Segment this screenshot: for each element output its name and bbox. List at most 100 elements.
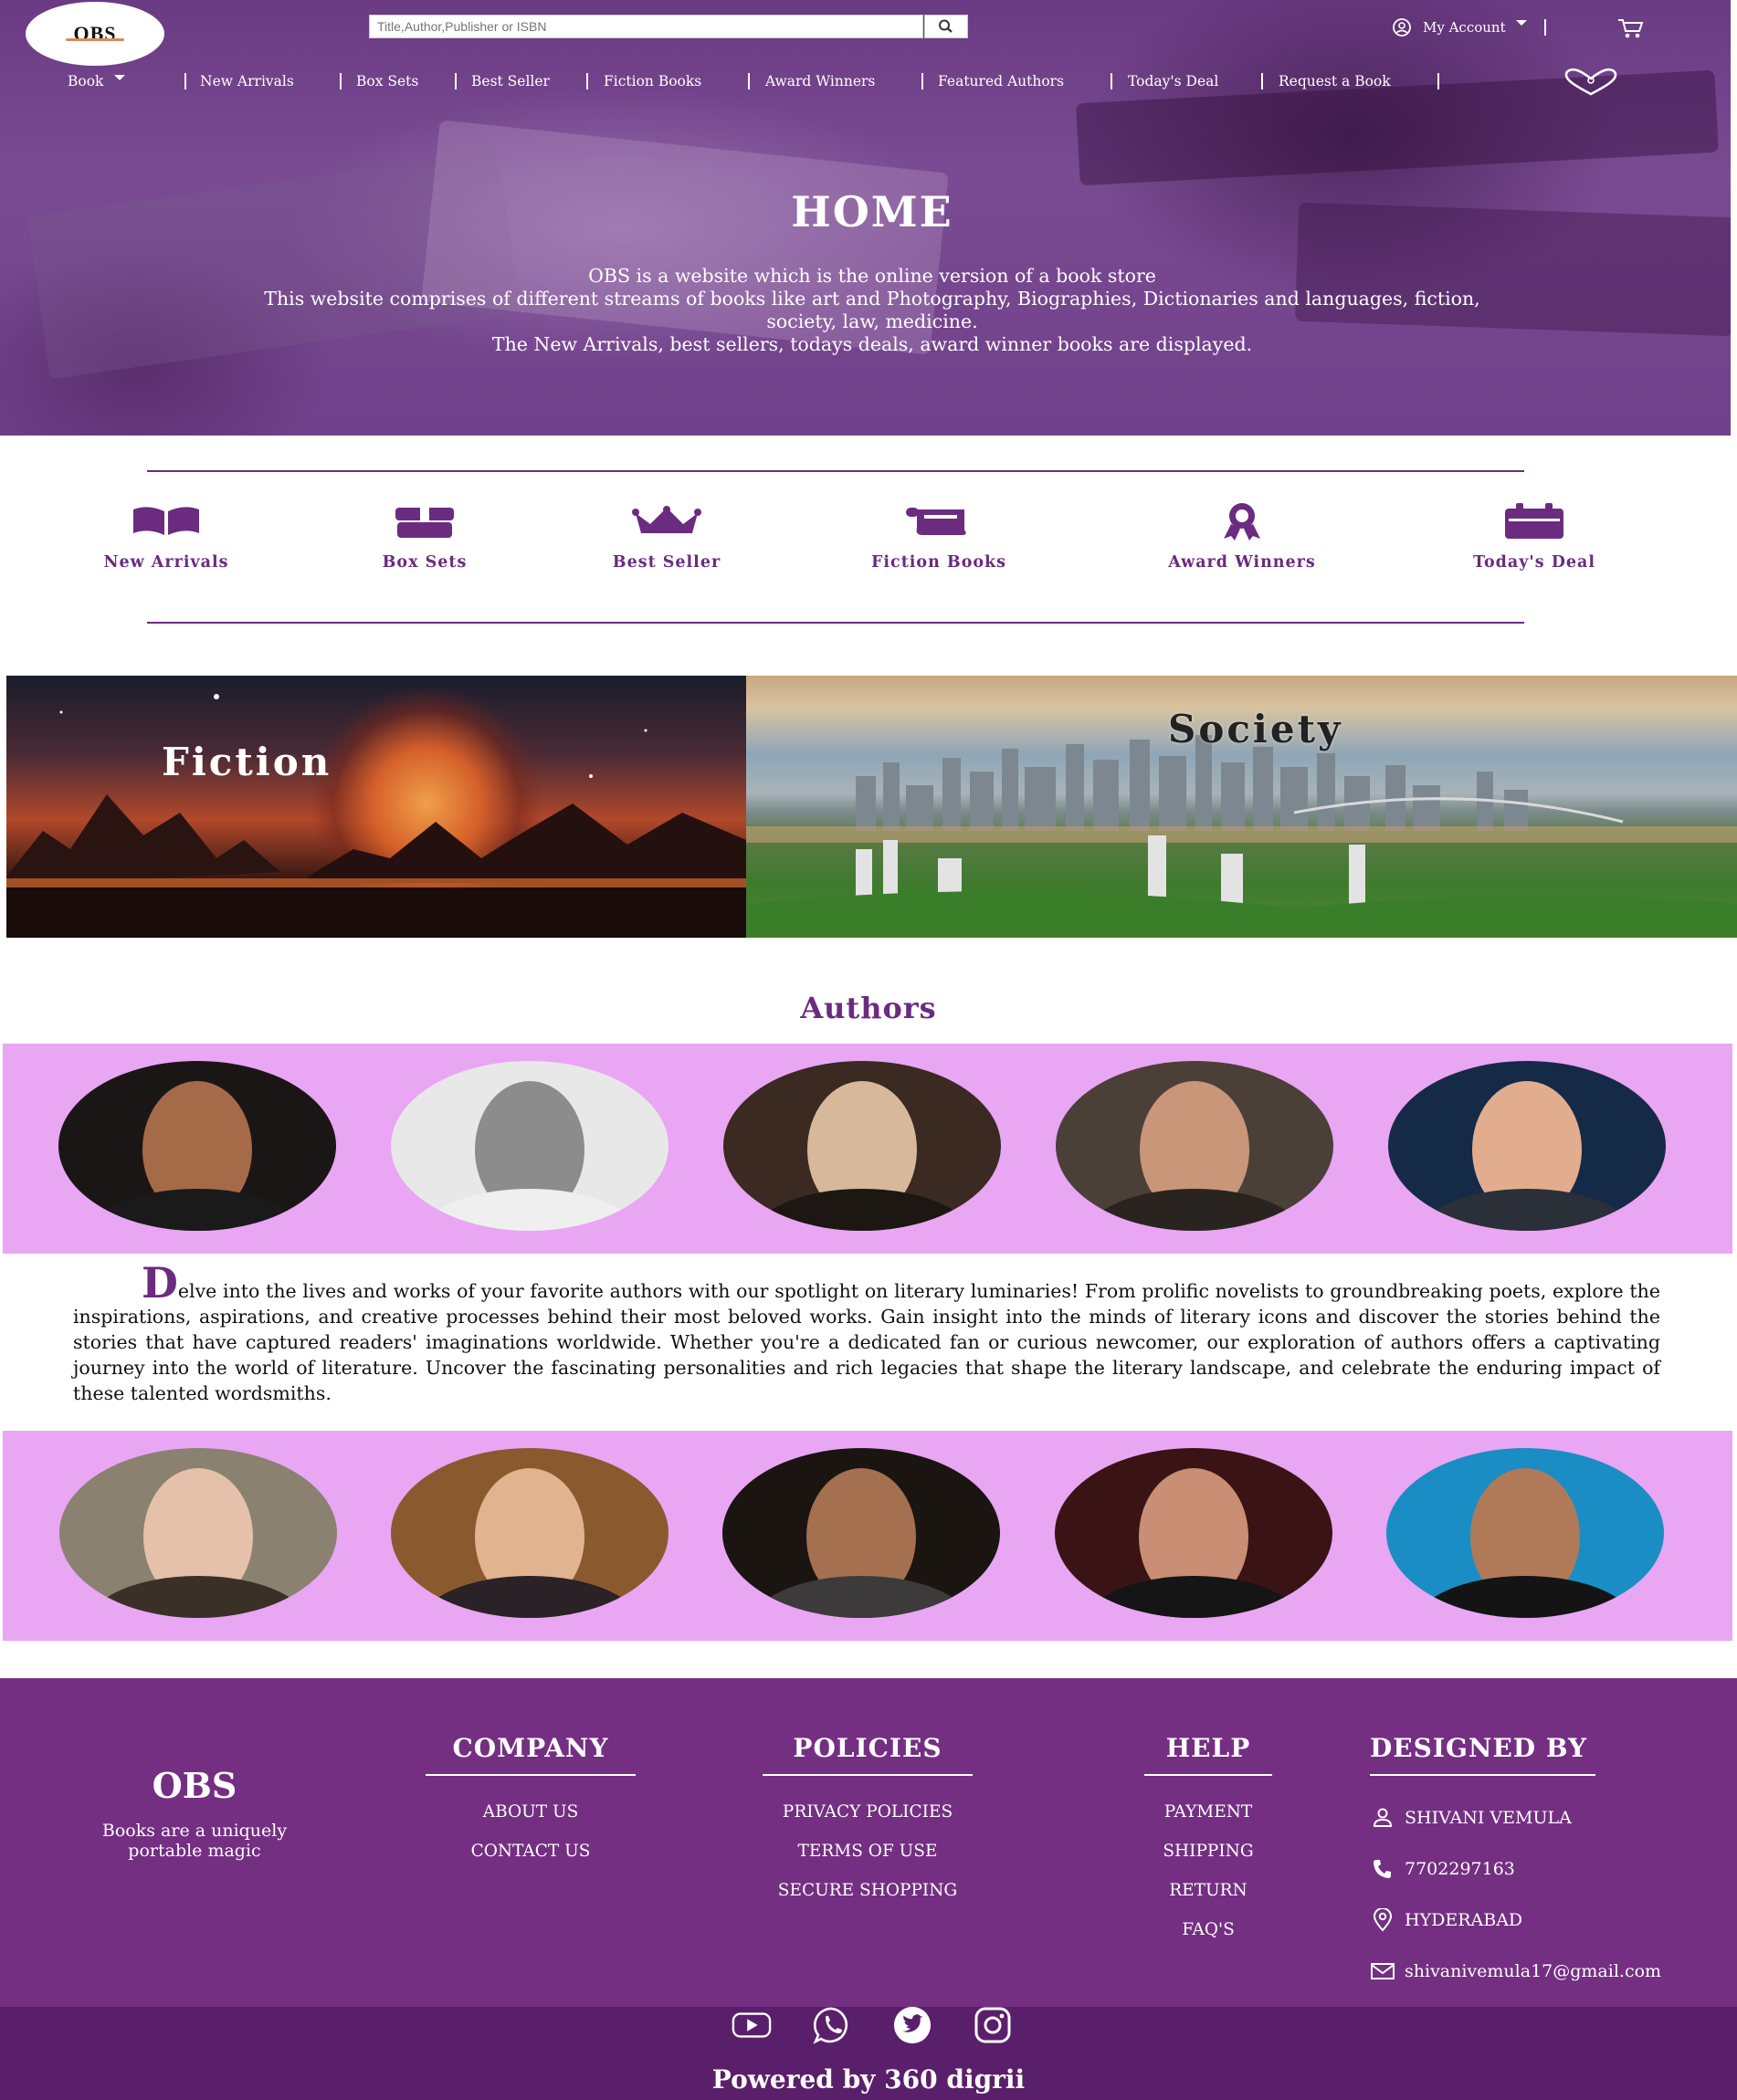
site-logo[interactable]: OBS (26, 2, 164, 66)
category-divider-bottom (147, 622, 1524, 624)
author-shoulders (750, 1576, 973, 1618)
footer-brand: OBS Books are a uniquely portable magic (99, 1765, 290, 1861)
author-portrait[interactable] (391, 1448, 668, 1618)
hero-line: OBS is a website which is the online ver… (588, 265, 1156, 287)
footer-link-faqs[interactable]: FAQ'S (1144, 1910, 1272, 1949)
nav-separator (1111, 73, 1112, 89)
author-portrait[interactable] (1055, 1448, 1332, 1618)
search-button[interactable] (924, 15, 968, 38)
account-label: My Account (1423, 19, 1506, 36)
category-award-winners[interactable]: Award Winners (1142, 502, 1342, 572)
category-todays-deal[interactable]: Today's Deal (1443, 502, 1626, 572)
nav-separator (586, 73, 588, 89)
society-banner[interactable]: Society (746, 676, 1737, 938)
category-divider-top (147, 470, 1524, 472)
search-input[interactable] (369, 15, 923, 38)
hero-line: The New Arrivals, best sellers, todays d… (491, 333, 1253, 355)
chevron-down-icon (114, 75, 126, 80)
author-row-bottom (3, 1431, 1732, 1641)
fiction-label: Fiction (162, 740, 332, 784)
nav-award-winners[interactable]: Award Winners (765, 73, 875, 89)
category-label: Best Seller (612, 553, 721, 572)
author-shoulders (751, 1189, 974, 1231)
instagram-icon[interactable] (973, 2005, 1013, 2045)
author-shoulders (1414, 1576, 1637, 1618)
scroll-icon (857, 502, 1021, 541)
nav-box-sets[interactable]: Box Sets (356, 73, 418, 89)
designer-email[interactable]: shivanivemula17@gmail.com (1405, 1961, 1661, 1981)
search-icon (939, 19, 953, 33)
category-new-arrivals[interactable]: New Arrivals (84, 502, 248, 572)
crown-icon (584, 502, 749, 541)
designer-location-row: HYDERABAD (1370, 1895, 1717, 1946)
nav-book-dropdown[interactable]: Book (68, 73, 126, 89)
category-label: Box Sets (382, 553, 468, 572)
author-portrait[interactable] (59, 1448, 337, 1618)
author-shoulders (87, 1576, 310, 1618)
heart-icon (1564, 68, 1617, 96)
box-icon (342, 502, 507, 541)
cart-button[interactable] (1616, 16, 1646, 44)
main-nav: Book New Arrivals Box Sets Best Seller F… (0, 69, 1731, 97)
footer-link-about-us[interactable]: ABOUT US (426, 1792, 636, 1832)
author-portrait[interactable] (1056, 1061, 1333, 1231)
footer-link-privacy[interactable]: PRIVACY POLICIES (763, 1792, 973, 1832)
nav-todays-deal[interactable]: Today's Deal (1128, 73, 1218, 89)
author-shoulders (1083, 1189, 1306, 1231)
nav-separator (1261, 73, 1263, 89)
nav-new-arrivals[interactable]: New Arrivals (200, 73, 294, 89)
nav-request-a-book[interactable]: Request a Book (1279, 73, 1391, 89)
author-portrait[interactable] (722, 1448, 1000, 1618)
category-label: Today's Deal (1472, 553, 1596, 572)
author-portrait[interactable] (723, 1061, 1001, 1231)
author-portrait[interactable] (1388, 1061, 1666, 1231)
footer-link-terms[interactable]: TERMS OF USE (763, 1832, 973, 1871)
footer-link-payment[interactable]: PAYMENT (1144, 1792, 1272, 1832)
author-portrait[interactable] (391, 1061, 668, 1231)
nav-separator (340, 73, 342, 89)
footer-link-shipping[interactable]: SHIPPING (1144, 1832, 1272, 1871)
category-label: Award Winners (1168, 553, 1316, 572)
youtube-icon[interactable] (732, 2005, 772, 2045)
twitter-icon[interactable] (892, 2005, 932, 2045)
category-label: Fiction Books (870, 553, 1007, 572)
fiction-banner[interactable]: Fiction (6, 676, 746, 938)
author-row-top (3, 1044, 1732, 1254)
cart-icon (1618, 19, 1644, 38)
author-shoulders (1416, 1189, 1638, 1231)
author-shoulders (418, 1576, 641, 1618)
authors-paragraph-text: elve into the lives and works of your fa… (73, 1280, 1660, 1404)
whatsapp-icon[interactable] (812, 2005, 852, 2045)
category-fiction-books[interactable]: Fiction Books (857, 502, 1021, 572)
nav-best-seller[interactable]: Best Seller (471, 73, 550, 89)
category-best-seller[interactable]: Best Seller (584, 502, 749, 572)
nav-separator (184, 73, 186, 89)
nav-separator (1437, 73, 1439, 89)
designer-name-row: SHIVANI VEMULA (1370, 1792, 1717, 1843)
account-menu[interactable]: My Account (1390, 16, 1546, 38)
society-label: Society (1168, 707, 1343, 751)
wishlist-button[interactable] (1563, 68, 1619, 100)
nav-fiction-books[interactable]: Fiction Books (604, 73, 701, 89)
social-links (0, 2005, 1737, 2045)
footer-tagline: Books are a uniquely portable magic (101, 1821, 288, 1861)
hero-title: HOME (791, 187, 953, 236)
category-box-sets[interactable]: Box Sets (342, 502, 507, 572)
authors-heading: Authors (800, 991, 937, 1025)
footer-company: COMPANY ABOUT US CONTACT US (426, 1733, 636, 1871)
hero-description: OBS is a website which is the online ver… (260, 265, 1484, 356)
footer-link-secure-shopping[interactable]: SECURE SHOPPING (763, 1871, 973, 1910)
search-bar (369, 15, 968, 38)
footer-brand-name: OBS (152, 1765, 237, 1806)
footer-link-return[interactable]: RETURN (1144, 1871, 1272, 1910)
phone-icon (1370, 1858, 1395, 1880)
mail-icon (1370, 1962, 1395, 1980)
location-pin-icon (1370, 1908, 1395, 1932)
nav-featured-authors[interactable]: Featured Authors (938, 73, 1064, 89)
designer-phone[interactable]: 7702297163 (1405, 1859, 1515, 1879)
author-portrait[interactable] (58, 1061, 336, 1231)
open-book-icon (84, 502, 248, 541)
footer-link-contact-us[interactable]: CONTACT US (426, 1832, 636, 1871)
author-portrait[interactable] (1386, 1448, 1664, 1618)
author-shoulders (418, 1189, 641, 1231)
